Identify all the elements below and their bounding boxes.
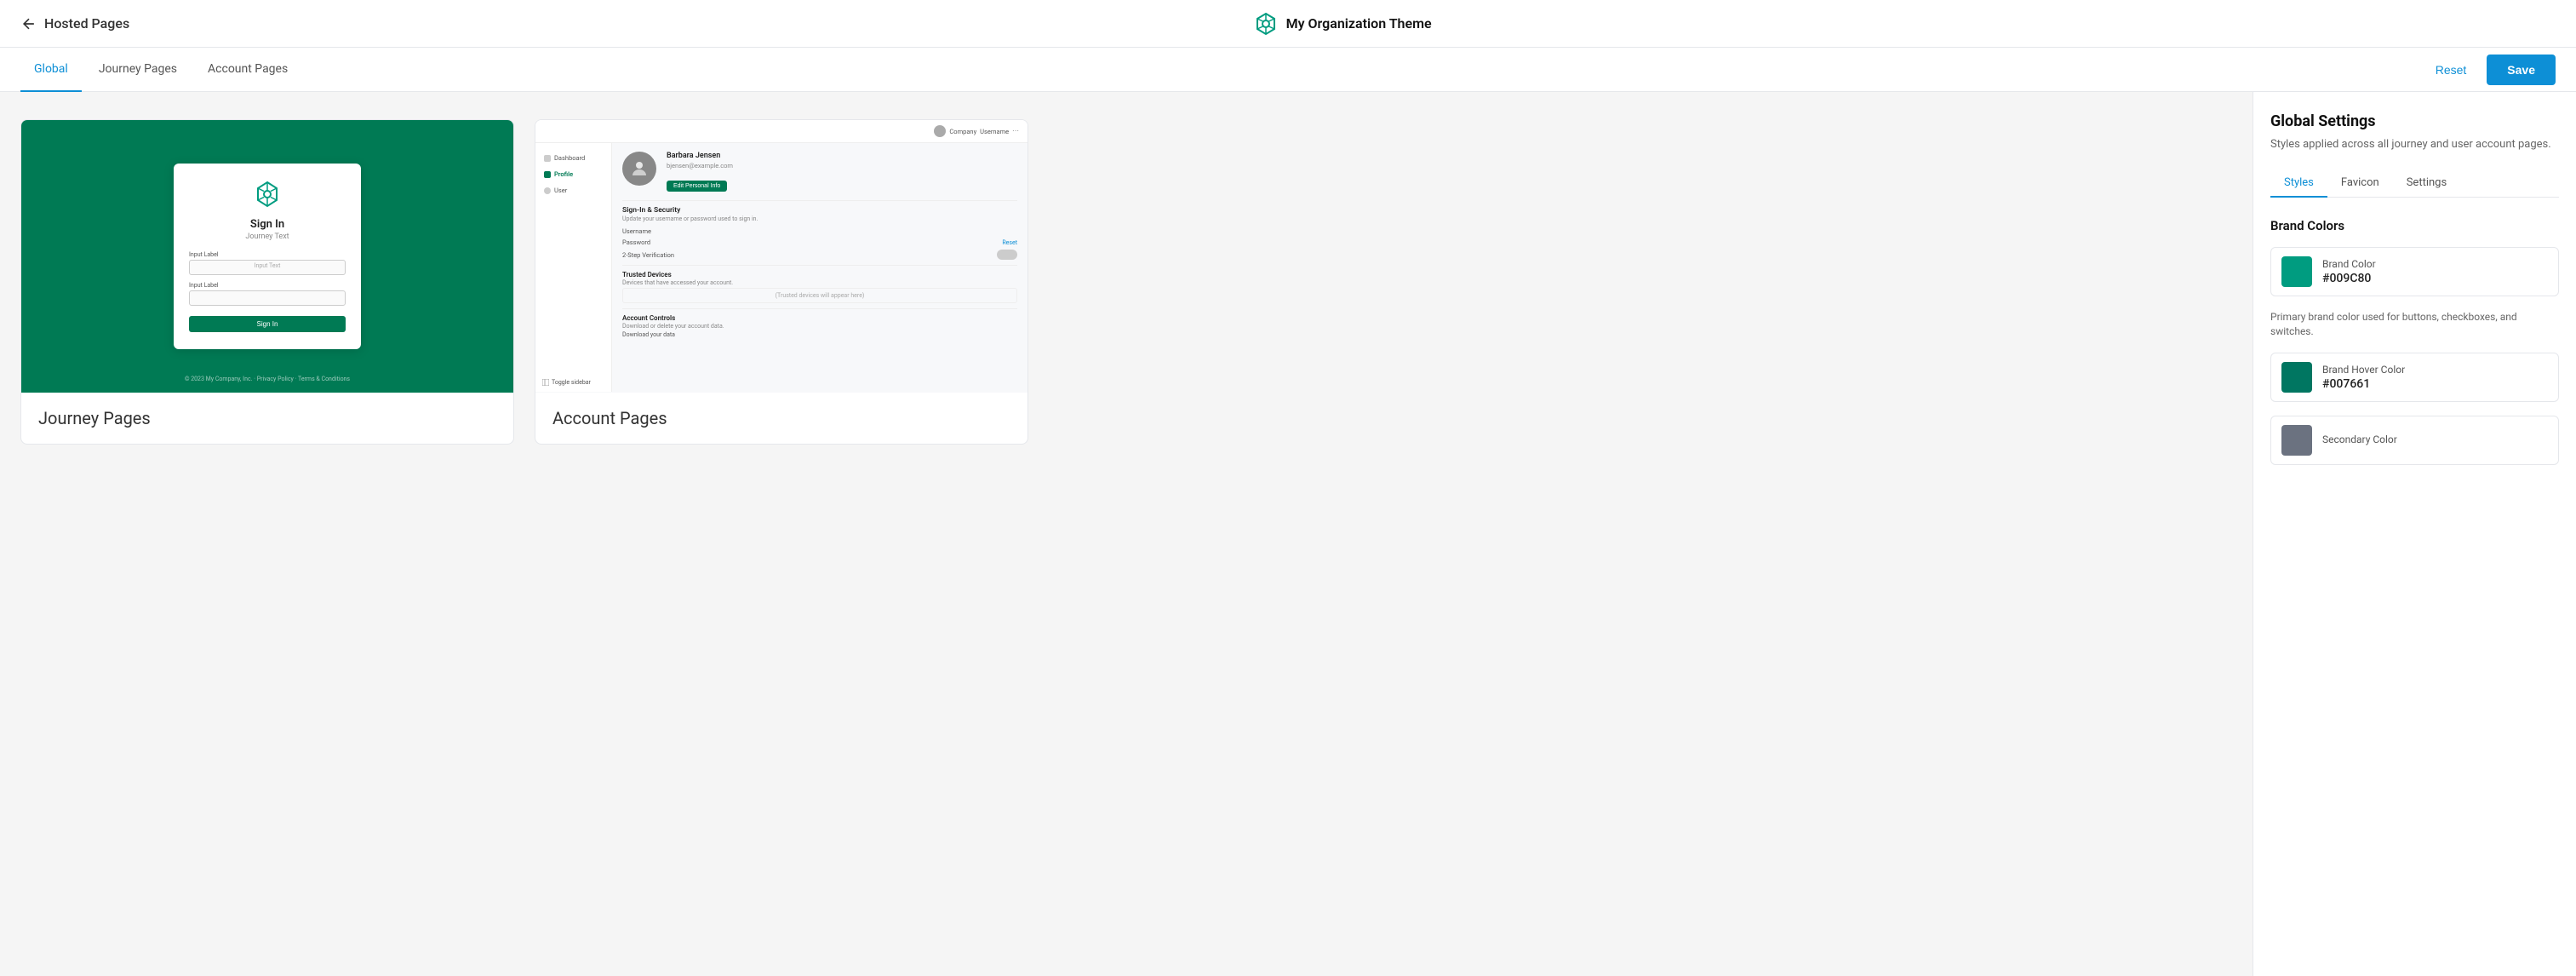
acc-trusted-placeholder: (Trusted devices will appear here) — [622, 288, 1017, 303]
back-button[interactable]: Hosted Pages — [20, 15, 129, 32]
acc-company: Company — [949, 128, 976, 135]
secondary-color-info: Secondary Color — [2322, 433, 2397, 447]
brand-hover-color-row[interactable]: Brand Hover Color #007661 — [2270, 353, 2559, 402]
account-preview-bg: Company Username ··· Dashboard — [535, 120, 1028, 393]
tabs-actions: Reset Save — [2425, 55, 2556, 85]
acc-profile-section: Barbara Jensen bjensen@example.com Edit … — [622, 152, 1017, 192]
journey-inner-card: Sign In Journey Text Input Label Input T… — [174, 164, 361, 349]
journey-bg: Sign In Journey Text Input Label Input T… — [21, 120, 513, 393]
acc-trusted-title: Trusted Devices — [622, 271, 1017, 278]
brand-color-info: Brand Color #009C80 — [2322, 258, 2376, 285]
acc-user-name: Barbara Jensen — [667, 152, 1017, 160]
account-preview: Company Username ··· Dashboard — [535, 120, 1028, 393]
acc-username-row: Username — [622, 227, 1017, 235]
org-logo-icon — [1254, 12, 1278, 36]
acc-body: Dashboard Profile User — [535, 143, 1028, 392]
tabs-bar: Global Journey Pages Account Pages Reset… — [0, 48, 2576, 92]
journey-field-label-1: Input Label — [189, 251, 346, 258]
secondary-color-name: Secondary Color — [2322, 433, 2397, 445]
brand-hover-color-info: Brand Hover Color #007661 — [2322, 364, 2405, 391]
secondary-color-swatch — [2281, 425, 2312, 456]
dashboard-icon — [544, 155, 551, 162]
acc-2step-label: 2-Step Verification — [622, 251, 674, 259]
reset-button[interactable]: Reset — [2425, 56, 2477, 83]
acc-field-password: Password — [622, 238, 650, 246]
journey-sign-in-title: Sign In — [189, 218, 346, 231]
acc-dots-icon: ··· — [1012, 127, 1019, 136]
journey-preview: Sign In Journey Text Input Label Input T… — [21, 120, 513, 393]
acc-user-email: bjensen@example.com — [667, 162, 1017, 169]
acc-main-area: Barbara Jensen bjensen@example.com Edit … — [612, 143, 1028, 392]
profile-icon — [544, 171, 551, 178]
brand-hover-color-swatch — [2281, 362, 2312, 393]
acc-sidebar-profile: Profile — [535, 166, 611, 182]
journey-field-input-2 — [189, 290, 346, 306]
brand-color-hex: #009C80 — [2322, 272, 2376, 285]
panel-desc: Styles applied across all journey and us… — [2270, 137, 2559, 152]
acc-sidebar: Dashboard Profile User — [535, 143, 612, 392]
acc-2step-row: 2-Step Verification — [622, 250, 1017, 260]
brand-color-swatch — [2281, 256, 2312, 287]
journey-field-input-1: Input Text — [189, 260, 346, 275]
panel-tab-favicon[interactable]: Favicon — [2327, 169, 2393, 198]
acc-divider-2 — [622, 265, 1017, 266]
avatar-icon — [629, 158, 650, 179]
brand-color-name: Brand Color — [2322, 258, 2376, 270]
acc-avatar — [622, 152, 656, 186]
journey-pages-card[interactable]: Sign In Journey Text Input Label Input T… — [20, 119, 514, 445]
acc-divider-1 — [622, 200, 1017, 201]
acc-section-desc: Update your username or password used to… — [622, 215, 1017, 222]
acc-username-header: Username — [980, 128, 1009, 135]
acc-2step-toggle — [997, 250, 1017, 260]
brand-colors-header: Brand Colors — [2270, 218, 2559, 233]
acc-edit-btn[interactable]: Edit Personal Info — [667, 181, 727, 192]
brand-color-row[interactable]: Brand Color #009C80 — [2270, 247, 2559, 296]
acc-controls-title: Account Controls — [622, 314, 1017, 322]
right-panel: Global Settings Styles applied across al… — [2253, 92, 2576, 976]
main-content: Sign In Journey Text Input Label Input T… — [0, 92, 2576, 976]
acc-section-title: Sign-In & Security — [622, 206, 1017, 215]
journey-field-label-2: Input Label — [189, 282, 346, 289]
acc-password-reset: Reset — [1002, 239, 1017, 246]
journey-card-label: Journey Pages — [21, 393, 513, 444]
secondary-color-row[interactable]: Secondary Color — [2270, 416, 2559, 465]
account-card-label: Account Pages — [535, 393, 1028, 444]
brand-color-desc: Primary brand color used for buttons, ch… — [2270, 310, 2559, 339]
user-icon — [544, 187, 551, 194]
cards-area: Sign In Journey Text Input Label Input T… — [0, 92, 2253, 976]
panel-title: Global Settings — [2270, 112, 2559, 130]
tab-global[interactable]: Global — [20, 48, 82, 92]
back-label: Hosted Pages — [44, 15, 129, 32]
header-title: My Organization Theme — [1286, 15, 1432, 32]
app-header: Hosted Pages My Organization Theme — [0, 0, 2576, 48]
panel-tabs: Styles Favicon Settings — [2270, 169, 2559, 198]
panel-tab-styles[interactable]: Styles — [2270, 169, 2327, 198]
back-icon — [20, 15, 37, 32]
acc-user-info: Barbara Jensen bjensen@example.com Edit … — [667, 152, 1017, 192]
acc-trusted-desc: Devices that have accessed your account. — [622, 279, 1017, 286]
journey-footer: © 2023 My Company, Inc. · Privacy Policy… — [21, 376, 513, 382]
header-center: My Organization Theme — [1254, 12, 1432, 36]
acc-sidebar-toggle: Toggle sidebar — [542, 379, 591, 386]
journey-subtitle: Journey Text — [189, 233, 346, 241]
acc-password-row: Password Reset — [622, 238, 1017, 246]
brand-hover-color-name: Brand Hover Color — [2322, 364, 2405, 376]
save-button[interactable]: Save — [2487, 55, 2556, 85]
acc-sidebar-dashboard: Dashboard — [535, 150, 611, 166]
toggle-sidebar-icon — [542, 379, 549, 386]
acc-field-username: Username — [622, 227, 651, 235]
acc-download: Download your data — [622, 331, 1017, 338]
tab-account-pages[interactable]: Account Pages — [194, 48, 301, 92]
journey-sign-in-btn[interactable]: Sign In — [189, 316, 346, 332]
panel-tab-settings[interactable]: Settings — [2393, 169, 2460, 198]
acc-header: Company Username ··· — [535, 120, 1028, 143]
brand-hover-color-hex: #007661 — [2322, 377, 2405, 391]
tab-journey-pages[interactable]: Journey Pages — [85, 48, 191, 92]
account-pages-card[interactable]: Company Username ··· Dashboard — [535, 119, 1028, 445]
acc-sidebar-user: User — [535, 182, 611, 198]
acc-controls-desc: Download or delete your account data. — [622, 323, 1017, 330]
acc-avatar-header — [934, 125, 946, 137]
journey-logo-icon — [254, 181, 281, 208]
acc-divider-3 — [622, 308, 1017, 309]
